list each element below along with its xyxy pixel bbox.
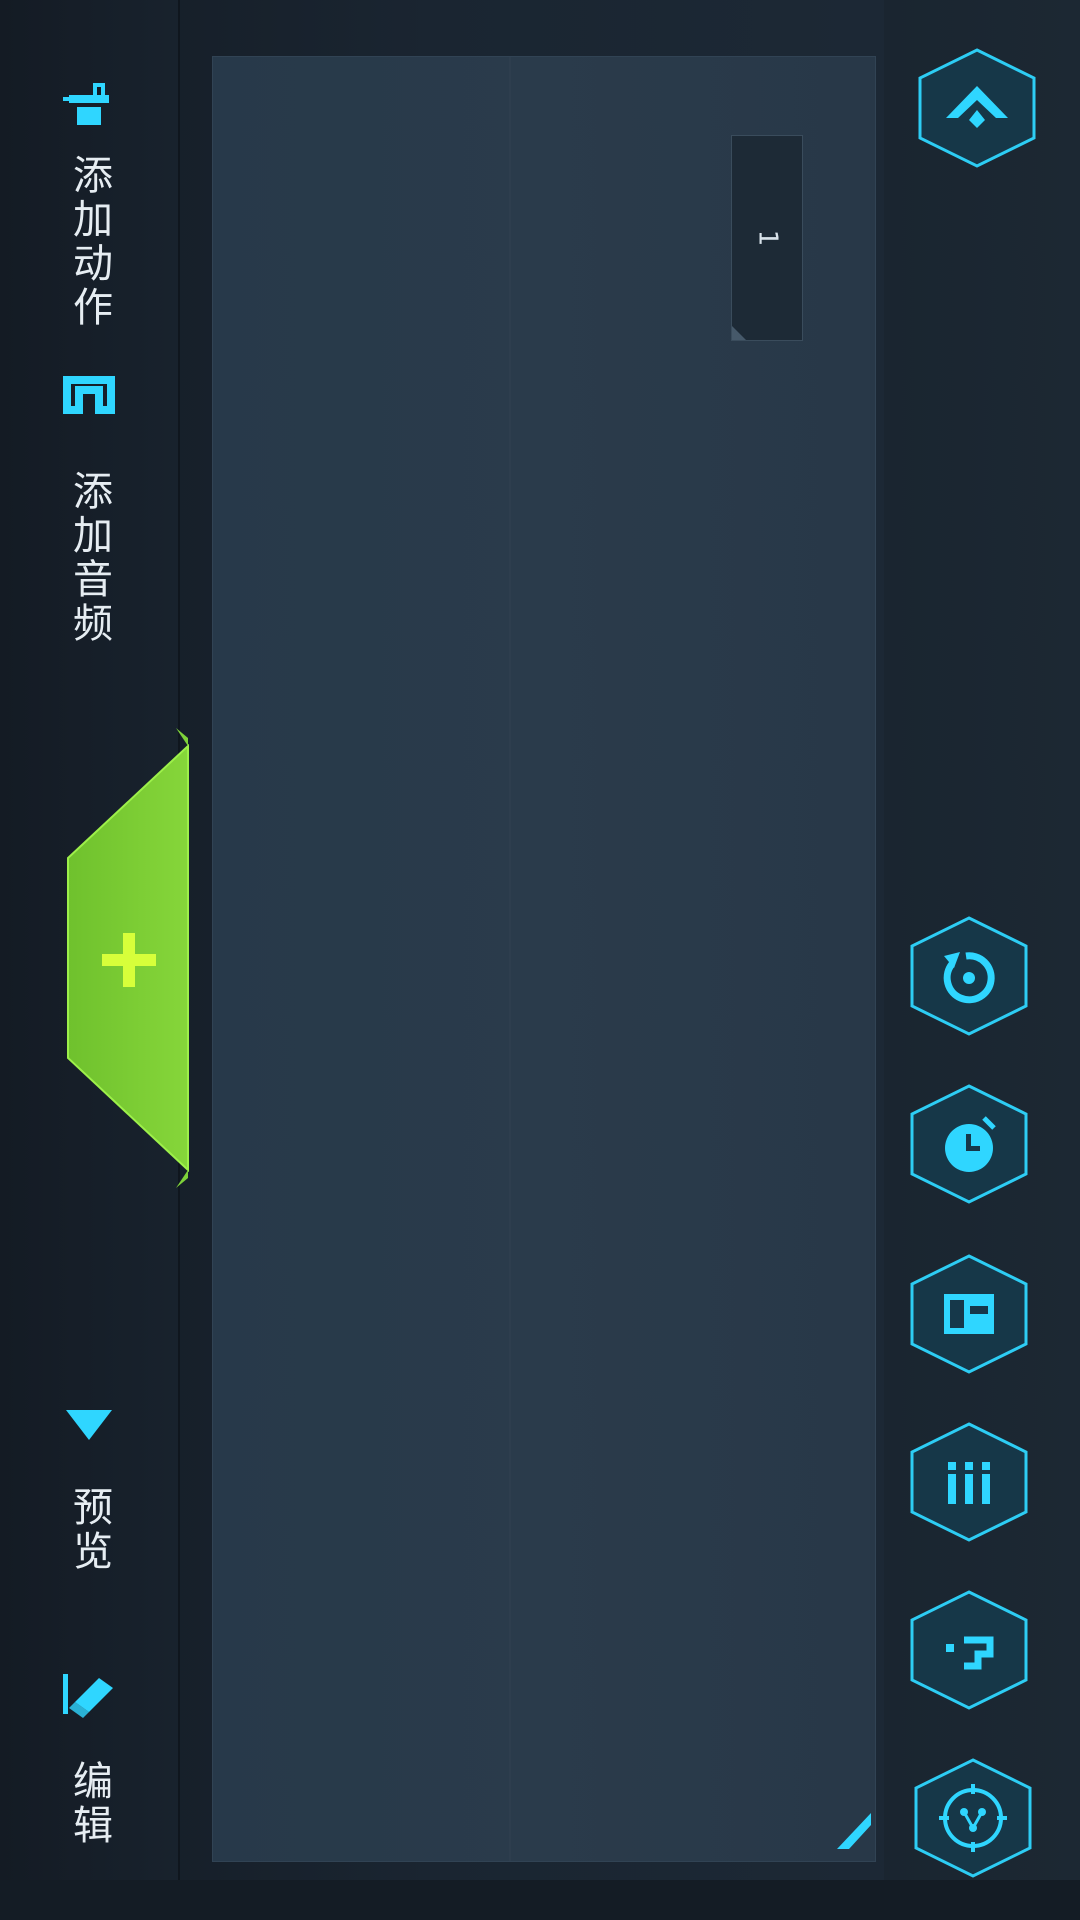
add-audio-button[interactable]: 添加音频 [0, 360, 178, 646]
canvas-divider [509, 57, 511, 1861]
floppy-disk-icon [944, 1294, 994, 1334]
collapse-button[interactable] [912, 46, 1042, 170]
preview-button[interactable]: 预览 [0, 1390, 178, 1574]
list-icon [948, 1462, 990, 1504]
robot-action-icon [54, 70, 124, 140]
add-action-button[interactable]: 添加动作 [0, 70, 178, 330]
timer-button[interactable] [904, 1082, 1034, 1206]
preview-label: 预览 [66, 1486, 112, 1574]
list-button[interactable] [904, 1420, 1034, 1544]
app-root: 添加动作 添加音频 预览 编辑 1 [0, 0, 1080, 1920]
page-tab-1[interactable]: 1 [731, 135, 803, 341]
reset-button[interactable] [904, 914, 1034, 1038]
pencil-icon [54, 1660, 124, 1730]
edit-label: 编辑 [66, 1760, 112, 1848]
connect-button[interactable] [908, 1756, 1038, 1880]
right-toolbar [884, 0, 1080, 1920]
music-note-icon [54, 360, 124, 430]
edit-button[interactable]: 编辑 [0, 1660, 178, 1848]
left-toolbar: 添加动作 添加音频 预览 编辑 [0, 0, 189, 1920]
help-button[interactable] [904, 1588, 1034, 1712]
timeline-canvas[interactable]: 1 [212, 56, 876, 1862]
add-action-label: 添加动作 [66, 154, 112, 330]
add-button[interactable] [64, 728, 194, 1188]
tab-corner [732, 326, 746, 340]
play-triangle-icon [54, 1390, 124, 1460]
page-tab-label: 1 [751, 229, 782, 247]
bottom-strip [0, 1880, 1080, 1920]
save-button[interactable] [904, 1252, 1034, 1376]
add-audio-label: 添加音频 [66, 470, 112, 646]
resize-handle-icon[interactable] [831, 1809, 875, 1857]
